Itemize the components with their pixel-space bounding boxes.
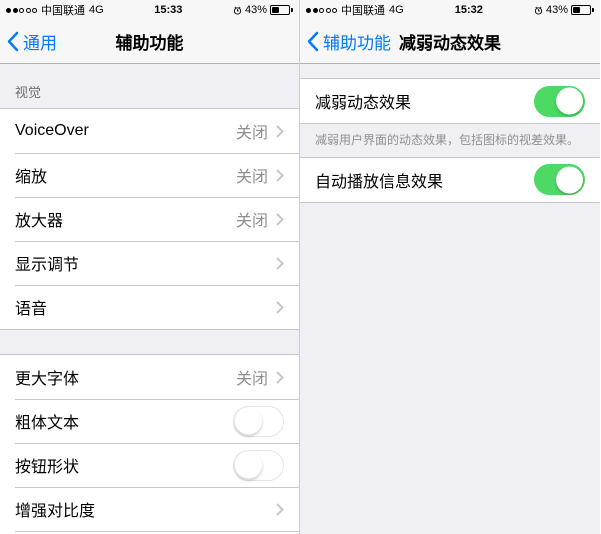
row-label: 减弱动态效果 [315,89,534,113]
chevron-right-icon [276,503,284,516]
section-gap [300,64,600,78]
status-left: 中国联通 4G [306,2,404,18]
list-text: 更大字体 关闭 粗体文本 按钮形状 增强对比度 减弱动态效果 打开 [0,354,299,534]
battery-percent: 43% [245,4,267,16]
signal-dots-icon [306,8,337,13]
alarm-icon [534,6,543,15]
status-right: 43% [233,4,293,16]
status-time: 15:33 [154,4,182,16]
toggle-knob [556,88,583,115]
toggle-reduce-motion[interactable] [534,86,585,117]
row-label: 语音 [15,295,268,319]
battery-percent: 43% [546,4,568,16]
row-value: 关闭 [236,207,268,231]
battery-icon [270,5,293,15]
row-label: 按钮形状 [15,453,233,477]
status-bar: 中国联通 4G 15:33 43% [0,0,299,20]
status-bar: 中国联通 4G 15:32 43% [300,0,600,20]
nav-bar: 辅助功能 减弱动态效果 [300,20,600,64]
signal-dots-icon [6,8,37,13]
back-label: 通用 [23,29,57,54]
back-label: 辅助功能 [323,29,391,54]
battery-icon [571,5,594,15]
chevron-right-icon [276,125,284,138]
network-label: 4G [89,4,104,16]
carrier-label: 中国联通 [341,2,385,18]
toggle-button-shapes[interactable] [233,450,284,481]
row-value: 关闭 [236,365,268,389]
chevron-right-icon [276,301,284,314]
row-magnifier[interactable]: 放大器 关闭 [0,197,299,241]
row-label: 缩放 [15,163,236,187]
chevron-right-icon [276,213,284,226]
status-time: 15:32 [455,4,483,16]
row-voiceover[interactable]: VoiceOver 关闭 [0,109,299,153]
chevron-left-icon [306,31,319,52]
toggle-autoplay-effects[interactable] [534,164,585,195]
row-value: 关闭 [236,119,268,143]
row-label: 显示调节 [15,251,268,275]
toggle-knob [235,408,262,435]
toggle-knob [556,166,583,193]
row-larger-text[interactable]: 更大字体 关闭 [0,355,299,399]
row-label: 放大器 [15,207,236,231]
row-label: VoiceOver [15,122,236,140]
alarm-icon [233,6,242,15]
row-label: 更大字体 [15,365,236,389]
screen-accessibility: 中国联通 4G 15:33 43% 通用 辅助功能 视觉 VoiceOver 关… [0,0,300,534]
row-label: 粗体文本 [15,409,233,433]
section-gap [0,330,299,354]
row-speech[interactable]: 语音 [0,285,299,329]
section-header-vision: 视觉 [0,64,299,108]
chevron-left-icon [6,31,19,52]
row-increase-contrast[interactable]: 增强对比度 [0,487,299,531]
list-reduce-motion: 减弱动态效果 [300,78,600,124]
toggle-bold-text[interactable] [233,406,284,437]
row-label: 自动播放信息效果 [315,168,534,192]
toggle-knob [235,452,262,479]
content-scroll[interactable]: 减弱动态效果 减弱用户界面的动态效果，包括图标的视差效果。 自动播放信息效果 [300,64,600,534]
status-left: 中国联通 4G [6,2,104,18]
screen-reduce-motion: 中国联通 4G 15:32 43% 辅助功能 减弱动态效果 减弱动态效果 减弱用… [300,0,600,534]
content-scroll[interactable]: 视觉 VoiceOver 关闭 缩放 关闭 放大器 关闭 显示调节 [0,64,299,534]
nav-bar: 通用 辅助功能 [0,20,299,64]
chevron-right-icon [276,169,284,182]
row-autoplay-message-effects[interactable]: 自动播放信息效果 [300,158,600,202]
status-right: 43% [534,4,594,16]
list-autoplay: 自动播放信息效果 [300,157,600,203]
row-button-shapes[interactable]: 按钮形状 [0,443,299,487]
row-display-accommodations[interactable]: 显示调节 [0,241,299,285]
carrier-label: 中国联通 [41,2,85,18]
row-value: 关闭 [236,163,268,187]
row-label: 增强对比度 [15,497,268,521]
row-reduce-motion-toggle[interactable]: 减弱动态效果 [300,79,600,123]
chevron-right-icon [276,371,284,384]
chevron-right-icon [276,257,284,270]
back-button[interactable]: 通用 [0,29,57,54]
row-zoom[interactable]: 缩放 关闭 [0,153,299,197]
network-label: 4G [389,4,404,16]
section-footer: 减弱用户界面的动态效果，包括图标的视差效果。 [300,124,600,157]
list-vision: VoiceOver 关闭 缩放 关闭 放大器 关闭 显示调节 语音 [0,108,299,330]
row-bold-text[interactable]: 粗体文本 [0,399,299,443]
back-button[interactable]: 辅助功能 [300,29,391,54]
